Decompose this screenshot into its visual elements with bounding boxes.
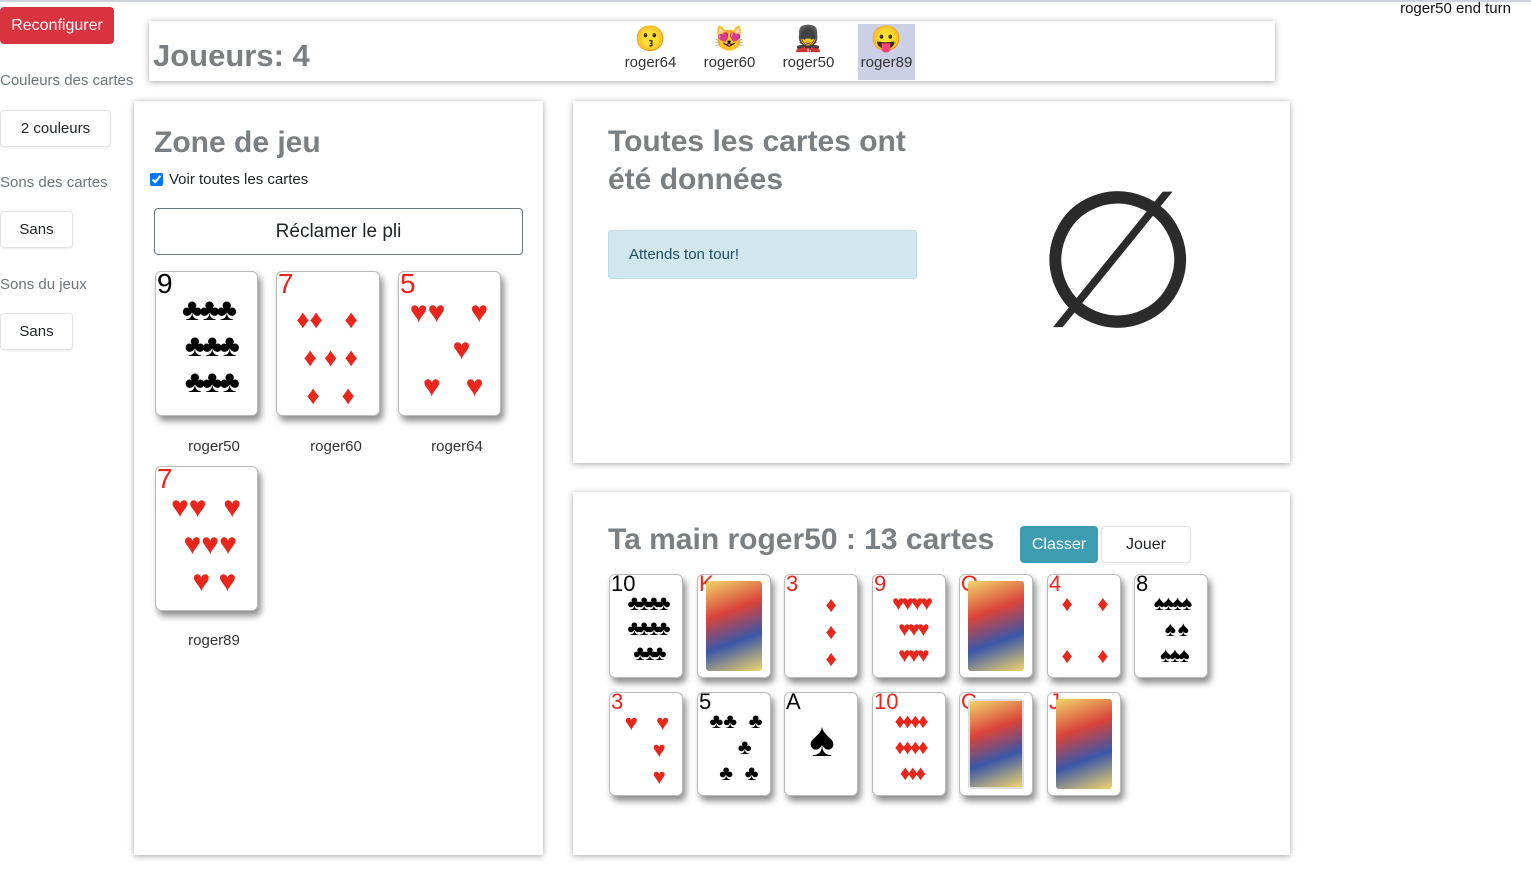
player-roger64[interactable]: 😗 roger64 (611, 24, 690, 80)
game-sounds-button[interactable]: Sans (0, 313, 73, 350)
spades-icon: ♠ (809, 714, 835, 767)
trick-card-roger60: 7 ♦♦ ♦ ♦ ♦ ♦ ♦ ♦ (276, 271, 380, 416)
hand-card-3-diamonds[interactable]: 3 ♦ ♦ ♦ (784, 574, 858, 678)
player-avatar-icon: 😛 (870, 25, 903, 53)
diamonds-icon: ♦♦ ♦ ♦ ♦ ♦ ♦ ♦ (296, 304, 358, 410)
hand-card-10-diamonds[interactable]: 10 ♦♦♦♦ ♦♦♦♦ ♦♦♦ (872, 692, 946, 796)
show-all-cards-toggle[interactable]: Voir toutes les cartes (150, 171, 308, 188)
card-colors-label: Couleurs des cartes (0, 72, 134, 89)
hearts-icon: ♥♥♥♥ ♥♥♥ ♥♥♥ (892, 592, 933, 667)
trick-card-roger89: 7 ♥♥ ♥ ♥♥♥ ♥ ♥ (155, 466, 258, 611)
player-roger50[interactable]: 💂 roger50 (769, 24, 848, 80)
clubs-icon: ♣♣ ♣ ♣ ♣ ♣ (709, 710, 763, 785)
play-zone-title: Zone de jeu (154, 126, 321, 159)
hearts-icon: ♥♥ ♥ ♥♥♥ ♥ ♥ (170, 491, 242, 598)
jack-figure-icon (1056, 699, 1112, 789)
spades-icon: ♠♠♠♠ ♠ ♠ ♠♠♠ (1153, 592, 1193, 667)
reconfigure-button[interactable]: Reconfigurer (0, 7, 114, 44)
sort-hand-button[interactable]: Classer (1020, 526, 1098, 563)
wait-turn-alert: Attends ton tour! (608, 230, 917, 279)
card-rank: 7 (278, 271, 294, 299)
player-roger60[interactable]: 😻 roger60 (690, 24, 769, 80)
diamonds-icon: ♦♦♦♦ ♦♦♦♦ ♦♦♦ (894, 710, 929, 785)
hand-card-jack-diamonds[interactable]: J (1047, 692, 1121, 796)
show-all-cards-checkbox[interactable] (150, 173, 163, 186)
player-roger89[interactable]: 😛 roger89 (858, 24, 915, 80)
player-name: roger64 (624, 54, 677, 71)
player-avatar-icon: 💂 (792, 25, 825, 53)
game-sounds-label: Sons du jeux (0, 276, 87, 293)
hand-card-king-diamonds[interactable]: K (697, 574, 771, 678)
hand-card-5-clubs[interactable]: 5 ♣♣ ♣ ♣ ♣ ♣ (697, 692, 771, 796)
hand-card-8-spades[interactable]: 8 ♠♠♠♠ ♠ ♠ ♠♠♠ (1134, 574, 1208, 678)
players-count-title: Joueurs: 4 (153, 38, 310, 73)
trick-card-owner: roger89 (188, 632, 240, 649)
player-name: roger50 (782, 54, 835, 71)
hand-card-ace-spades[interactable]: A ♠ (784, 692, 858, 796)
player-name: roger89 (860, 54, 913, 71)
top-divider (0, 0, 1531, 2)
deal-status-panel: Toutes les cartes ont été données Attend… (573, 101, 1290, 463)
players-list: 😗 roger64 😻 roger60 💂 roger50 😛 roger89 (611, 24, 915, 80)
king-figure-icon (706, 581, 762, 671)
trick-card-roger64: 5 ♥♥ ♥ ♥ ♥ ♥ (398, 271, 501, 416)
play-card-button[interactable]: Jouer (1101, 526, 1191, 563)
hand-card-4-diamonds[interactable]: 4 ♦ ♦ ♦ ♦ (1047, 574, 1121, 678)
queen-figure-icon (968, 581, 1024, 671)
empty-set-icon: ∅ (1035, 150, 1201, 371)
hearts-icon: ♥♥ ♥ ♥ ♥ ♥ (409, 296, 489, 403)
clubs-icon: ♣♣♣ ♣♣♣ ♣♣♣ (179, 292, 240, 399)
hand-card-3-hearts[interactable]: 3 ♥ ♥ ♥ ♥ (609, 692, 683, 796)
card-sounds-button[interactable]: Sans (0, 211, 73, 248)
hand-card-9-hearts[interactable]: 9 ♥♥♥♥ ♥♥♥ ♥♥♥ (872, 574, 946, 678)
clubs-icon: ♣♣♣♣ ♣♣♣♣ ♣♣♣ (627, 592, 670, 665)
trick-card-owner: roger50 (188, 438, 240, 455)
trick-card-roger50: 9 ♣♣♣ ♣♣♣ ♣♣♣ (155, 271, 258, 416)
player-name: roger60 (703, 54, 756, 71)
player-avatar-icon: 😻 (713, 25, 746, 53)
show-all-cards-label: Voir toutes les cartes (169, 171, 309, 188)
hand-title: Ta main roger50 : 13 cartes (608, 523, 995, 556)
card-colors-button[interactable]: 2 couleurs (0, 110, 111, 147)
hearts-icon: ♥ ♥ ♥ ♥ (624, 710, 670, 789)
diamonds-icon: ♦ ♦ ♦ (807, 592, 837, 671)
deal-status-title: Toutes les cartes ont été données (608, 125, 906, 196)
trick-card-owner: roger60 (310, 438, 362, 455)
diamonds-icon: ♦ ♦ ♦ ♦ (1061, 591, 1109, 668)
claim-trick-button[interactable]: Réclamer le pli (154, 208, 523, 255)
trick-card-owner: roger64 (431, 438, 483, 455)
turn-status: roger50 end turn (1400, 0, 1511, 17)
player-avatar-icon: 😗 (634, 25, 667, 53)
hand-card-queen-hearts[interactable]: Q (959, 574, 1033, 678)
hand-card-10-clubs[interactable]: 10 ♣♣♣♣ ♣♣♣♣ ♣♣♣ (609, 574, 683, 678)
knight-figure-icon (968, 699, 1024, 789)
hand-card-knight-hearts[interactable]: C (959, 692, 1033, 796)
card-sounds-label: Sons des cartes (0, 174, 108, 191)
